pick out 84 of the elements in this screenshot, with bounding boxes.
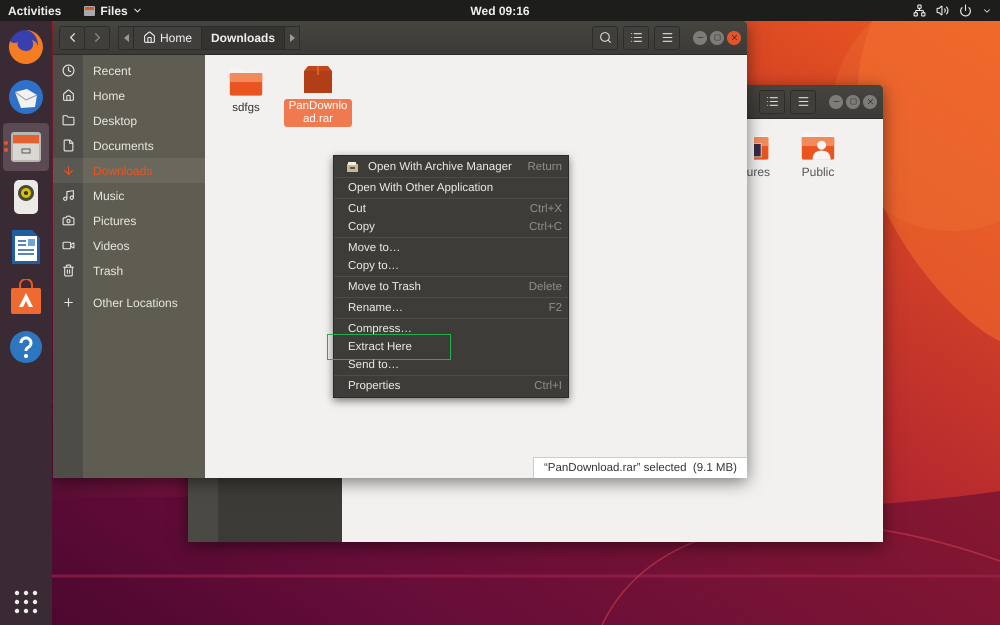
menu-item[interactable]: Open With Archive Manager Return [334, 158, 568, 176]
menu-item[interactable]: Copy to… [334, 257, 568, 275]
camera-icon [62, 214, 74, 227]
menu-item[interactable]: Cut Ctrl+X [334, 200, 568, 218]
maximize-icon [714, 34, 720, 41]
folder-icon [62, 114, 74, 127]
maximize-button[interactable] [710, 30, 724, 44]
sidebar-item[interactable]: Videos [53, 233, 205, 258]
menu-item[interactable]: Move to Trash Delete [334, 278, 568, 296]
back-button[interactable] [59, 26, 85, 50]
document-icon [10, 228, 42, 266]
archive-icon [301, 65, 335, 95]
dock-item[interactable] [3, 123, 49, 171]
list-icon [766, 95, 778, 108]
sidebar-item[interactable]: Home [53, 83, 205, 108]
menu-button[interactable] [790, 90, 816, 114]
music-icon [62, 189, 74, 202]
minimize-button[interactable] [693, 30, 707, 44]
sidebar-item[interactable]: Recent [53, 58, 205, 83]
home-icon [62, 89, 74, 102]
trash-icon [62, 264, 74, 277]
plus-icon [62, 296, 74, 309]
right-arrow-icon [290, 34, 295, 42]
close-button[interactable] [863, 94, 877, 108]
menu-item[interactable]: Properties Ctrl+I [334, 377, 568, 395]
maximize-button[interactable] [846, 94, 860, 108]
network-icon[interactable] [913, 4, 926, 17]
activities-button[interactable]: Activities [8, 4, 62, 18]
sidebar-item[interactable]: Pictures [53, 208, 205, 233]
video-icon [62, 239, 74, 252]
home-icon [143, 31, 156, 44]
sidebar-item[interactable]: Other Locations [53, 290, 205, 315]
file-name: sdfgs [231, 101, 261, 116]
clock[interactable]: Wed 09:16 [470, 4, 530, 18]
close-icon [730, 33, 738, 42]
path-crumb[interactable]: Home [133, 26, 202, 50]
close-button[interactable] [727, 30, 741, 44]
menu-icon [660, 31, 674, 44]
path-scroll-left[interactable] [118, 26, 134, 50]
close-icon [866, 97, 874, 106]
file-name: PanDownload.rar [284, 99, 352, 127]
minimize-button[interactable] [829, 94, 843, 108]
clock-icon [62, 64, 74, 77]
app-grid-icon [14, 590, 38, 614]
view-toggle-button[interactable] [623, 26, 649, 50]
list-icon [630, 31, 642, 44]
menu-item[interactable]: Rename… F2 [334, 299, 568, 317]
download-icon [62, 164, 74, 177]
forward-button[interactable] [84, 26, 110, 50]
menu-icon [796, 95, 810, 108]
path-scroll-right[interactable] [284, 26, 300, 50]
help-icon [9, 330, 43, 364]
sidebar-item[interactable]: Desktop [53, 108, 205, 133]
document-icon [62, 139, 74, 152]
menu-button[interactable] [654, 26, 680, 50]
search-button[interactable] [592, 26, 618, 50]
sidebar-item[interactable]: Documents [53, 133, 205, 158]
status-bar: “PanDownload.rar” selected (9.1 MB) [532, 457, 747, 478]
power-icon[interactable] [959, 4, 972, 17]
view-toggle-button[interactable] [759, 90, 785, 114]
maximize-icon [850, 98, 856, 105]
shopping-bag-icon [9, 279, 43, 315]
menu-item[interactable]: Copy Ctrl+C [334, 218, 568, 236]
volume-icon[interactable] [936, 4, 949, 17]
menu-item[interactable]: Move to… [334, 239, 568, 257]
menu-item[interactable]: Extract Here [334, 338, 568, 356]
mail-icon [7, 78, 45, 116]
menu-item[interactable]: Open With Other Application [334, 179, 568, 197]
file-cabinet-icon [83, 4, 96, 16]
menu-item[interactable]: Send to… [334, 356, 568, 374]
sidebar-item[interactable]: Music [53, 183, 205, 208]
sidebar-item[interactable]: Trash [53, 258, 205, 283]
running-indicator [4, 141, 8, 152]
search-icon [598, 31, 612, 44]
browser-icon [7, 28, 45, 66]
file-item[interactable]: sdfgs [212, 65, 280, 116]
speaker-icon [11, 178, 41, 216]
left-arrow-icon [124, 34, 128, 42]
folder-item[interactable]: Public [788, 129, 848, 180]
archive-manager-icon [346, 161, 359, 173]
app-menu[interactable]: Files [83, 4, 143, 18]
path-crumb[interactable]: Downloads [201, 26, 286, 50]
file-cabinet-icon [8, 129, 44, 165]
menu-item[interactable]: Compress… [334, 320, 568, 338]
